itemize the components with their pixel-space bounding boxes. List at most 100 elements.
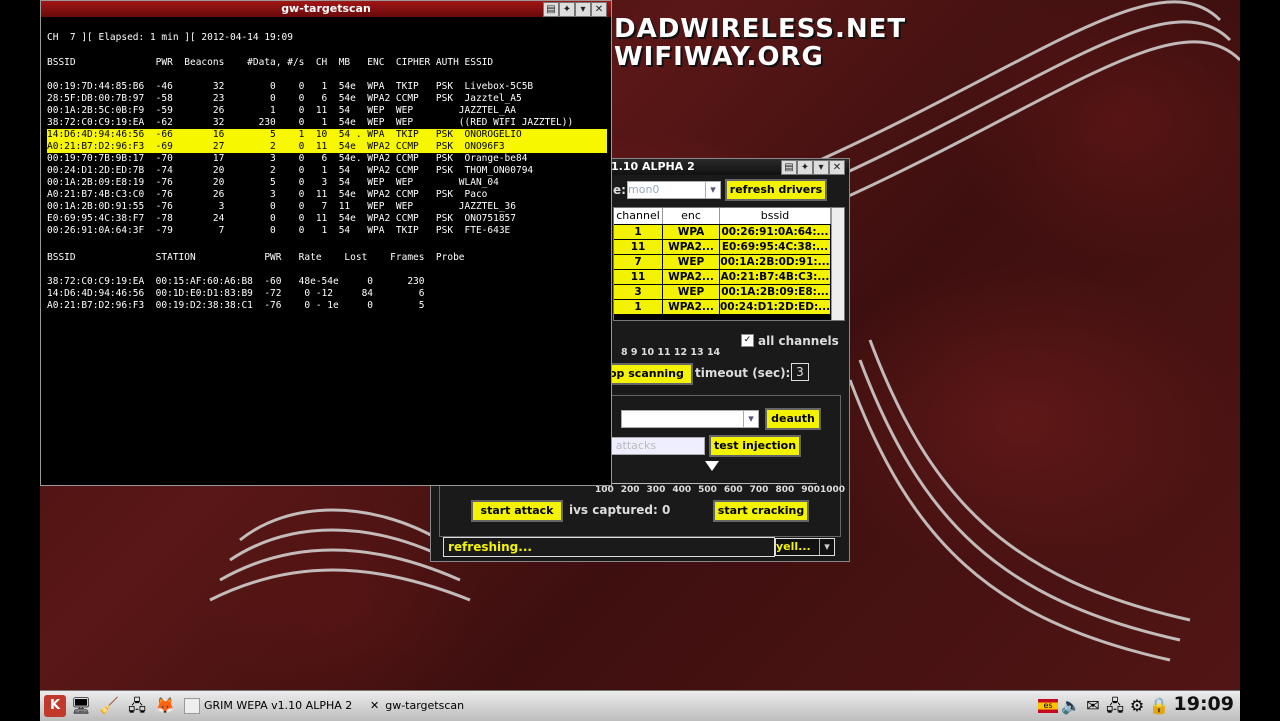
volume-icon[interactable]: 🔈: [1060, 695, 1082, 717]
wepa-title: 1.10 ALPHA 2: [611, 160, 695, 173]
ap-row: A0:21:B7:D2:96:F3 -69 27 2 0 11 54e WPA2…: [47, 141, 607, 153]
status-field: refreshing...: [443, 537, 775, 557]
ap-row: 00:26:91:0A:64:3F -79 7 0 0 1 54 WPA TKI…: [47, 225, 511, 236]
table-cell-bssid[interactable]: 00:26:91:0A:64:...: [720, 225, 830, 240]
kde-menu-icon[interactable]: K: [44, 695, 66, 717]
stop-scanning-button[interactable]: op scanning: [607, 363, 693, 385]
deauth-button[interactable]: deauth: [765, 408, 821, 430]
ap-row: 00:24:D1:2D:ED:7B -74 20 2 0 1 54 WPA2 C…: [47, 165, 534, 176]
table-cell-ch[interactable]: 1: [614, 225, 662, 240]
speed-tick-label: 800: [775, 485, 795, 495]
keyboard-layout-flag-icon[interactable]: es: [1038, 699, 1058, 713]
task-grim-wepa-label: GRIM WEPA v1.10 ALPHA 2: [204, 699, 353, 712]
ap-row: 14:D6:4D:94:46:56 -66 16 5 1 10 54 . WPA…: [47, 129, 607, 141]
broom-icon[interactable]: 🧹: [98, 695, 120, 717]
station-row: 38:72:C0:C9:19:EA 00:15:AF:60:A6:B8 -60 …: [47, 276, 425, 287]
all-channels-checkbox[interactable]: ✓: [741, 334, 754, 347]
firefox-icon[interactable]: 🦊: [154, 695, 176, 717]
station-row: A0:21:B7:D2:96:F3 00:19:D2:38:38:C1 -76 …: [47, 300, 425, 311]
monitor-icon[interactable]: 🖥: [70, 695, 92, 717]
interface-value: mon0: [628, 183, 660, 196]
pin-icon[interactable]: ✦: [559, 2, 575, 17]
station-row: 14:D6:4D:94:46:56 00:1D:E0:D1:83:B9 -72 …: [47, 288, 425, 299]
settings-icon[interactable]: ⚙: [1126, 695, 1148, 717]
terminal-window: gw-targetscan ▤ ✦ ▾ ✕ CH 7 ][ Elapsed: 1…: [40, 0, 612, 486]
chevron-down-icon: ▾: [819, 539, 834, 555]
slider-knob[interactable]: [705, 461, 719, 471]
ap-row: 00:19:7D:44:85:B6 -46 32 0 0 1 54e WPA T…: [47, 81, 534, 92]
table-cell-bssid[interactable]: 00:24:D1:2D:ED:...: [720, 300, 830, 315]
ap-row: 00:19:70:7B:9B:17 -70 17 3 0 6 54e. WPA2…: [47, 153, 528, 164]
ap-row: 38:72:C0:C9:19:EA -62 32 230 0 1 54e WEP…: [47, 117, 574, 128]
table-cell-ch[interactable]: 1: [614, 300, 662, 315]
task-gw-targetscan[interactable]: ✕ gw-targetscan: [370, 695, 530, 717]
speed-tick-label: 9001000: [801, 485, 846, 495]
window-icon: [184, 698, 200, 714]
interface-label: e:: [613, 183, 626, 197]
table-cell-ch[interactable]: 11: [614, 270, 662, 285]
terminal-title: gw-targetscan: [281, 2, 371, 15]
task-grim-wepa[interactable]: GRIM WEPA v1.10 ALPHA 2: [184, 695, 364, 717]
close-icon[interactable]: ✕: [829, 160, 845, 175]
attacks-select-value: t attacks: [608, 439, 657, 452]
terminal-titlebar[interactable]: gw-targetscan: [41, 1, 611, 17]
taskbar: K 🖥 🧹 🖧 🦊 GRIM WEPA v1.10 ALPHA 2 ✕ gw-ta…: [40, 690, 1240, 721]
menu-icon[interactable]: ▤: [781, 160, 797, 175]
start-cracking-button[interactable]: start cracking: [713, 500, 809, 522]
table-cell-ch[interactable]: 7: [614, 255, 662, 270]
col-header-channel[interactable]: channel: [614, 208, 663, 224]
ap-row: 00:1A:2B:09:E8:19 -76 20 5 0 3 54 WEP WE…: [47, 177, 499, 188]
lock-icon[interactable]: 🔒: [1148, 695, 1170, 717]
clock: 19:09: [1173, 693, 1234, 715]
table-cell-enc[interactable]: WEP: [663, 285, 719, 300]
attack-select[interactable]: ▾: [621, 410, 759, 428]
ap-row: 00:1A:2B:0D:91:55 -76 3 0 0 7 11 WEP WEP…: [47, 201, 516, 212]
pin-icon[interactable]: ✦: [797, 160, 813, 175]
start-attack-button[interactable]: start attack: [471, 500, 563, 522]
speed-tick-label: 700: [749, 485, 769, 495]
terminal-output[interactable]: CH 7 ][ Elapsed: 1 min ][ 2012-04-14 19:…: [47, 17, 607, 481]
table-cell-enc[interactable]: WPA2...: [663, 270, 719, 285]
ap-row: 00:1A:2B:5C:0B:F9 -59 26 1 0 11 54 WEP W…: [47, 105, 516, 116]
attacks-select[interactable]: t attacks: [607, 437, 705, 455]
ap-row: E0:69:95:4C:38:F7 -78 24 0 0 11 54e WPA2…: [47, 213, 516, 224]
timeout-label: timeout (sec):: [695, 366, 791, 380]
table-scrollbar[interactable]: [831, 208, 844, 320]
close-icon[interactable]: ✕: [591, 2, 607, 17]
task-gw-targetscan-label: gw-targetscan: [385, 699, 465, 712]
table-cell-bssid[interactable]: 00:1A:2B:09:E8:...: [720, 285, 830, 300]
timeout-input[interactable]: 3: [791, 363, 809, 381]
table-cell-bssid[interactable]: E0:69:95:4C:38:...: [720, 240, 830, 255]
ap-row: A0:21:B7:4B:C3:C0 -76 26 3 0 11 54e WPA2…: [47, 189, 488, 200]
refresh-drivers-button[interactable]: refresh drivers: [725, 179, 827, 201]
table-cell-bssid[interactable]: A0:21:B7:4B:C3:...: [720, 270, 830, 285]
table-cell-enc[interactable]: WPA2...: [663, 240, 719, 255]
table-cell-enc[interactable]: WEP: [663, 255, 719, 270]
minimize-icon[interactable]: ▾: [575, 2, 591, 17]
mail-icon[interactable]: ✉: [1082, 695, 1104, 717]
minimize-icon[interactable]: ▾: [813, 160, 829, 175]
table-cell-ch[interactable]: 3: [614, 285, 662, 300]
table-cell-ch[interactable]: 11: [614, 240, 662, 255]
network-icon[interactable]: 🖧: [126, 695, 148, 717]
menu-icon[interactable]: ▤: [543, 2, 559, 17]
col-header-enc[interactable]: enc: [663, 208, 720, 224]
interface-select[interactable]: mon0 ▾: [627, 181, 721, 199]
table-cell-bssid[interactable]: 00:1A:2B:0D:91:...: [720, 255, 830, 270]
speed-slider[interactable]: [607, 461, 817, 484]
channel-ticks: 8 9 10 11 12 13 14: [621, 347, 721, 358]
table-cell-enc[interactable]: WPA: [663, 225, 719, 240]
ivs-captured: ivs captured: 0: [569, 503, 671, 517]
table-cell-enc[interactable]: WPA2...: [663, 300, 719, 315]
speed-tick-label: 100: [595, 485, 614, 495]
x-icon: ✕: [370, 699, 380, 712]
test-injection-button[interactable]: test injection: [709, 435, 801, 457]
chevron-down-icon: ▾: [743, 411, 758, 427]
speed-tick-label: 400: [672, 485, 692, 495]
network-status-icon[interactable]: 🖧: [1104, 695, 1126, 717]
status-color-select[interactable]: yell... ▾: [775, 538, 835, 556]
speed-tick-label: 200: [620, 485, 640, 495]
station-header: BSSID STATION PWR Rate Lost Frames Probe: [47, 252, 465, 263]
col-header-bssid[interactable]: bssid: [720, 208, 831, 224]
ap-header: BSSID PWR Beacons #Data, #/s CH MB ENC C…: [47, 57, 494, 68]
